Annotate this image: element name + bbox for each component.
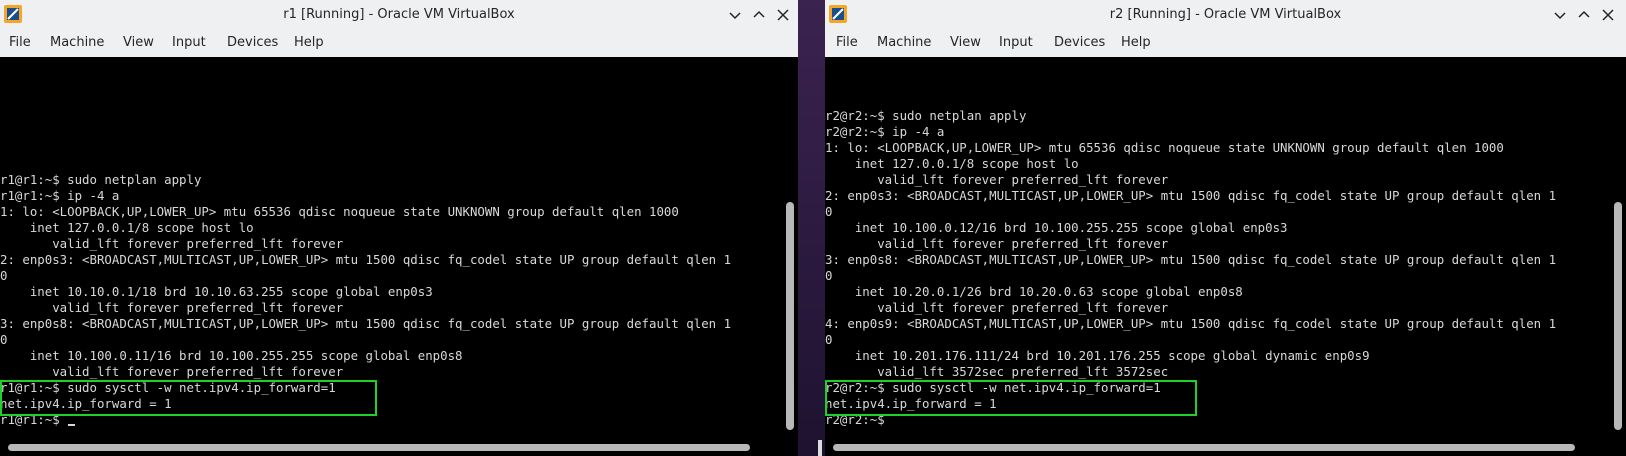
horizontal-scrollbar[interactable] — [8, 444, 750, 451]
menu-file[interactable]: File — [836, 29, 858, 57]
menu-input[interactable]: Input — [999, 29, 1033, 57]
terminal-line: 3: enp0s8: <BROADCAST,MULTICAST,UP,LOWER… — [825, 252, 1557, 267]
title-bar[interactable]: r2 [Running] - Oracle VM VirtualBox — [825, 0, 1626, 30]
terminal-line: inet 10.100.0.11/16 brd 10.100.255.255 s… — [0, 348, 463, 363]
terminal-line: inet 10.20.0.1/26 brd 10.20.0.63 scope g… — [825, 284, 1243, 299]
terminal-line: valid_lft forever preferred_lft forever — [0, 300, 344, 315]
window-edge — [818, 440, 822, 456]
menu-machine[interactable]: Machine — [877, 29, 931, 57]
highlight-box — [825, 380, 1197, 416]
text-cursor — [68, 424, 76, 426]
menu-help[interactable]: Help — [1121, 29, 1151, 57]
terminal-line: 1: lo: <LOOPBACK,UP,LOWER_UP> mtu 65536 … — [0, 204, 679, 219]
menu-view[interactable]: View — [123, 29, 154, 57]
highlight-box — [0, 380, 377, 416]
terminal-line: valid_lft 3572sec preferred_lft 3572sec — [825, 364, 1169, 379]
menu-view[interactable]: View — [950, 29, 981, 57]
menu-bar: File Machine View Input Devices Help — [825, 29, 1626, 57]
close-icon[interactable] — [774, 6, 792, 24]
minimize-icon[interactable] — [726, 6, 744, 24]
terminal-line: 0 — [825, 332, 833, 347]
terminal-line: 4: enp0s9: <BROADCAST,MULTICAST,UP,LOWER… — [825, 316, 1557, 331]
terminal-line: 1: lo: <LOOPBACK,UP,LOWER_UP> mtu 65536 … — [825, 140, 1504, 155]
menu-devices[interactable]: Devices — [1054, 29, 1105, 57]
terminal-line: 3: enp0s8: <BROADCAST,MULTICAST,UP,LOWER… — [0, 316, 732, 331]
terminal-line: r2@r2:~$ sudo netplan apply — [825, 108, 1027, 123]
vertical-scrollbar[interactable] — [786, 202, 794, 430]
terminal-line: inet 127.0.0.1/8 scope host lo — [0, 220, 254, 235]
terminal-line: 0 — [825, 268, 833, 283]
vm-console[interactable]: r1@r1:~$ sudo netplan apply r1@r1:~$ ip -… — [0, 57, 798, 456]
title-bar[interactable]: r1 [Running] - Oracle VM VirtualBox — [0, 0, 798, 30]
terminal-line: 0 — [0, 268, 8, 283]
maximize-icon[interactable] — [750, 6, 768, 24]
maximize-icon[interactable] — [1575, 6, 1593, 24]
terminal-line: inet 10.201.176.111/24 brd 10.201.176.25… — [825, 348, 1370, 363]
menu-help[interactable]: Help — [294, 29, 324, 57]
terminal-line: inet 127.0.0.1/8 scope host lo — [825, 156, 1079, 171]
menu-file[interactable]: File — [9, 29, 31, 57]
terminal-line: valid_lft forever preferred_lft forever — [0, 364, 344, 379]
window-title: r1 [Running] - Oracle VM VirtualBox — [283, 7, 515, 22]
terminal-line: 2: enp0s3: <BROADCAST,MULTICAST,UP,LOWER… — [825, 188, 1557, 203]
terminal-line: r2@r2:~$ ip -4 a — [825, 124, 945, 139]
vm-console[interactable]: r2@r2:~$ sudo netplan apply r2@r2:~$ ip -… — [825, 57, 1626, 456]
horizontal-scrollbar[interactable] — [833, 444, 1575, 451]
vm-window-r1[interactable]: r1 [Running] - Oracle VM VirtualBox File… — [0, 0, 798, 456]
menu-bar: File Machine View Input Devices Help — [0, 29, 798, 57]
terminal-line: valid_lft forever preferred_lft forever — [825, 172, 1169, 187]
terminal-line: valid_lft forever preferred_lft forever — [825, 300, 1169, 315]
vertical-scrollbar[interactable] — [1614, 202, 1622, 430]
terminal-line: r1@r1:~$ ip -4 a — [0, 188, 120, 203]
desktop-background — [798, 0, 825, 456]
minimize-icon[interactable] — [1551, 6, 1569, 24]
terminal-line: r1@r1:~$ sudo netplan apply — [0, 172, 202, 187]
terminal-line: valid_lft forever preferred_lft forever — [825, 236, 1169, 251]
terminal-line: 0 — [825, 204, 833, 219]
terminal-line: inet 10.100.0.12/16 brd 10.100.255.255 s… — [825, 220, 1288, 235]
menu-devices[interactable]: Devices — [227, 29, 278, 57]
terminal-line: 2: enp0s3: <BROADCAST,MULTICAST,UP,LOWER… — [0, 252, 732, 267]
vm-window-r2[interactable]: r2 [Running] - Oracle VM VirtualBox File… — [825, 0, 1626, 456]
terminal-line: valid_lft forever preferred_lft forever — [0, 236, 344, 251]
terminal-line: inet 10.10.0.1/18 brd 10.10.63.255 scope… — [0, 284, 433, 299]
terminal-line: 0 — [0, 332, 8, 347]
menu-machine[interactable]: Machine — [50, 29, 104, 57]
menu-input[interactable]: Input — [172, 29, 206, 57]
window-title: r2 [Running] - Oracle VM VirtualBox — [1109, 7, 1342, 22]
close-icon[interactable] — [1599, 6, 1617, 24]
